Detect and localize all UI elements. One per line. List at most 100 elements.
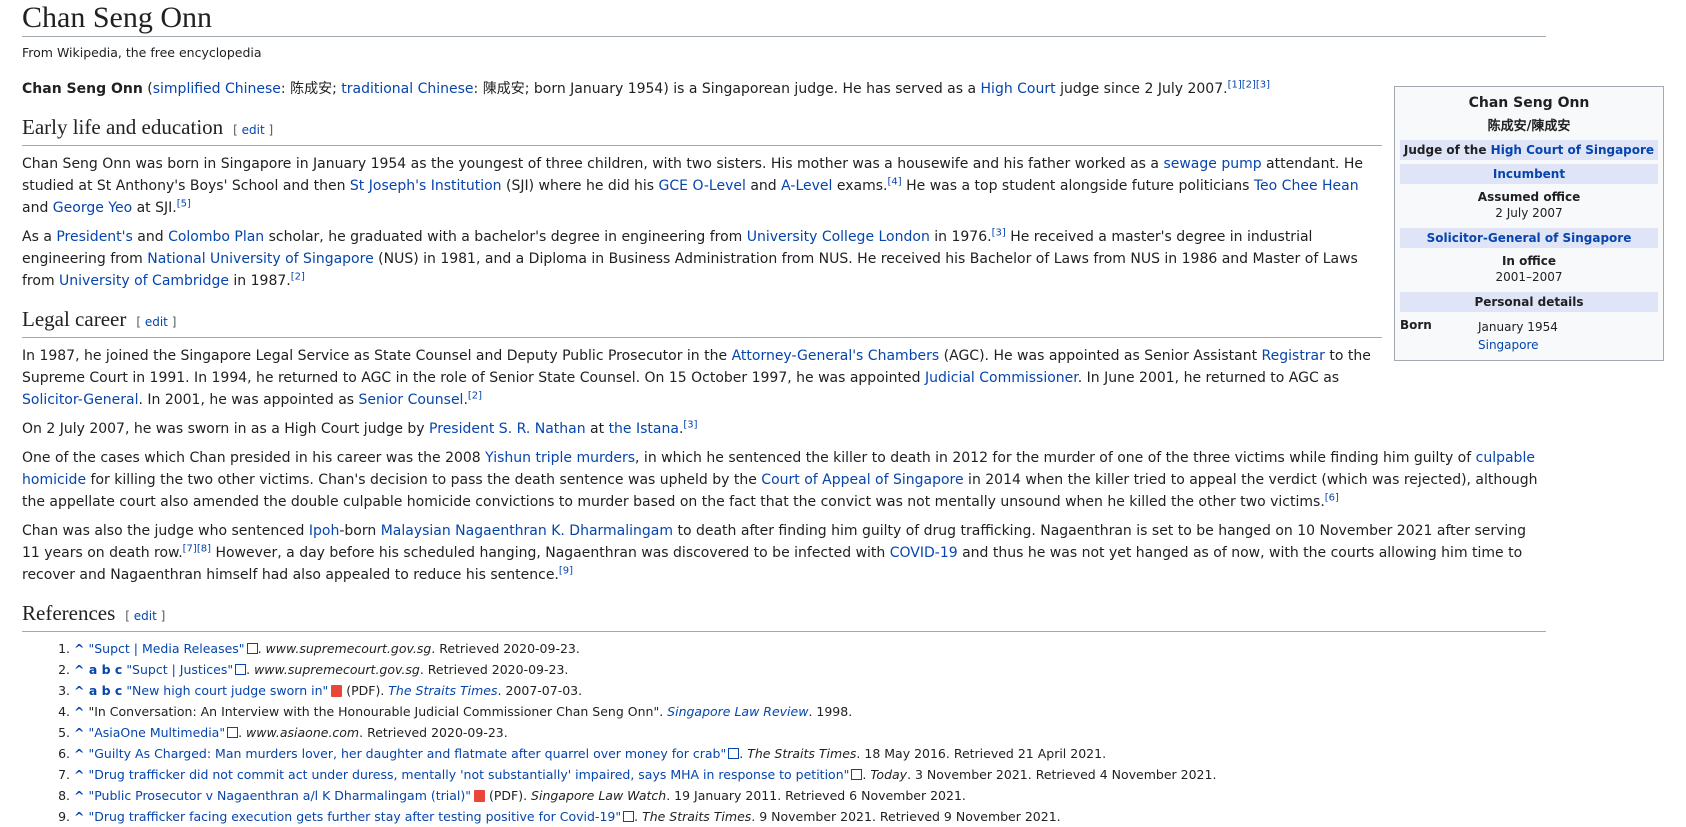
born-label: Born xyxy=(1400,318,1432,332)
simplified-chinese-link[interactable]: simplified Chinese xyxy=(153,81,281,97)
citation[interactable]: [1][2][3] xyxy=(1228,79,1271,90)
traditional-name: 陳成安 xyxy=(482,81,525,97)
traditional-chinese-link[interactable]: traditional Chinese xyxy=(341,81,473,97)
text: -born xyxy=(339,523,381,539)
in-office-label: In office xyxy=(1501,254,1557,268)
heading-text: Early life and education xyxy=(22,115,224,139)
reference-source: www.supremecourt.gov.sg xyxy=(254,662,420,677)
reference-detail: . 2007-07-03. xyxy=(497,683,583,698)
reference-link[interactable]: "Drug trafficker did not commit act unde… xyxy=(88,767,849,782)
wiki-link[interactable]: St Joseph's Institution xyxy=(350,178,502,194)
reference-link[interactable]: "AsiaOne Multimedia" xyxy=(88,725,225,740)
high-court-singapore-link[interactable]: High Court of Singapore xyxy=(1491,143,1654,157)
citation[interactable]: [2] xyxy=(291,271,305,282)
text: exams. xyxy=(832,178,888,194)
backlink[interactable]: ^ xyxy=(74,641,84,656)
wiki-link[interactable]: COVID-19 xyxy=(890,545,958,561)
high-court-link[interactable]: High Court xyxy=(981,81,1056,97)
text: . In 2001, he was appointed as xyxy=(138,392,359,408)
wiki-link[interactable]: Ipoh xyxy=(309,523,339,539)
wiki-link[interactable]: A-Level xyxy=(781,178,832,194)
reference-item: ^ "Public Prosecutor v Nagaenthran a/l K… xyxy=(74,785,1546,806)
wiki-link[interactable]: the Istana xyxy=(609,421,679,437)
reference-source: www.supremecourt.gov.sg xyxy=(265,641,432,656)
edit-section-link[interactable]: [ edit ] xyxy=(136,315,176,329)
citation[interactable]: [6] xyxy=(1325,492,1339,503)
heading-text: References xyxy=(22,601,116,625)
reference-link[interactable]: "Public Prosecutor v Nagaenthran a/l K D… xyxy=(88,788,471,803)
backlink[interactable]: ^ xyxy=(74,788,84,803)
wiki-link[interactable]: Judicial Commissioner xyxy=(925,370,1078,386)
edit-label[interactable]: edit xyxy=(242,123,265,137)
backlink[interactable]: ^ a b c xyxy=(74,683,122,698)
backlink[interactable]: ^ xyxy=(74,725,84,740)
reference-link[interactable]: "Supct | Media Releases" xyxy=(88,641,244,656)
edit-section-link[interactable]: [ edit ] xyxy=(233,123,273,137)
wiki-link[interactable]: Colombo Plan xyxy=(168,229,264,245)
wiki-link[interactable]: Yishun triple murders xyxy=(485,450,635,466)
paragraph: On 2 July 2007, he was sworn in as a Hig… xyxy=(22,418,1382,440)
wiki-link[interactable]: President S. R. Nathan xyxy=(429,421,586,437)
page-title: Chan Seng Onn xyxy=(22,0,1546,37)
backlink[interactable]: ^ xyxy=(74,767,84,782)
wiki-link[interactable]: George Yeo xyxy=(53,200,132,216)
wiki-link[interactable]: Senior Counsel xyxy=(359,392,464,408)
backlink[interactable]: ^ xyxy=(74,809,84,824)
reference-source[interactable]: Singapore Law Review xyxy=(667,704,808,719)
citation[interactable]: [5] xyxy=(177,198,191,209)
paragraph: In 1987, he joined the Singapore Legal S… xyxy=(22,345,1382,411)
text: and xyxy=(745,178,782,194)
pdf-icon xyxy=(474,790,485,802)
reference-link[interactable]: "Drug trafficker facing execution gets f… xyxy=(88,809,621,824)
reference-source[interactable]: The Straits Times xyxy=(388,683,497,698)
wiki-link[interactable]: National University of Singapore xyxy=(147,251,373,267)
section-heading: Legal career [ edit ] xyxy=(22,306,1382,338)
incumbent-link[interactable]: Incumbent xyxy=(1400,164,1658,184)
text: in 1976. xyxy=(929,229,992,245)
born-row: Born January 1954 Singapore xyxy=(1400,318,1658,354)
reference-format: (PDF). xyxy=(485,788,532,803)
reference-detail: . 9 November 2021. Retrieved 9 November … xyxy=(751,809,1061,824)
citation[interactable]: [9] xyxy=(559,565,573,576)
reference-source: Today xyxy=(870,767,908,782)
citation[interactable]: [2] xyxy=(468,390,482,401)
reference-source: www.asiaone.com xyxy=(246,725,360,740)
text: in 1987. xyxy=(228,273,291,289)
edit-label[interactable]: edit xyxy=(134,609,157,623)
wiki-link[interactable]: GCE O-Level xyxy=(659,178,746,194)
section-heading: Early life and education [ edit ] xyxy=(22,114,1382,146)
solicitor-general-link[interactable]: Solicitor-General of Singapore xyxy=(1400,228,1658,248)
reference-link[interactable]: "Supct | Justices" xyxy=(126,662,233,677)
reference-item: ^ "Supct | Media Releases". www.supremec… xyxy=(74,638,1546,659)
wiki-link[interactable]: Malaysian Nagaenthran K. Dharmalingam xyxy=(381,523,673,539)
lead-paragraph: Chan Seng Onn (simplified Chinese: 陈成安; … xyxy=(22,79,1271,97)
wiki-link[interactable]: sewage pump xyxy=(1163,156,1261,172)
born-place-link[interactable]: Singapore xyxy=(1478,336,1658,354)
text: However, a day before his scheduled hang… xyxy=(211,545,890,561)
edit-section-link[interactable]: [ edit ] xyxy=(125,609,165,623)
backlink[interactable]: ^ a b c xyxy=(74,662,122,677)
backlink[interactable]: ^ xyxy=(74,746,84,761)
wiki-link[interactable]: Court of Appeal of Singapore xyxy=(761,472,963,488)
assumed-office-value: 2 July 2007 xyxy=(1495,206,1563,220)
reference-link[interactable]: "Guilty As Charged: Man murders lover, h… xyxy=(88,746,726,761)
paragraph: Chan Seng Onn was born in Singapore in J… xyxy=(22,153,1382,219)
citation[interactable]: [3] xyxy=(992,227,1006,238)
external-link-icon xyxy=(246,643,258,654)
reference-item: ^ a b c "New high court judge sworn in" … xyxy=(74,680,1546,701)
reference-link[interactable]: "New high court judge sworn in" xyxy=(126,683,328,698)
tagline: From Wikipedia, the free encyclopedia xyxy=(22,45,262,60)
reference-source: The Straits Times xyxy=(747,746,857,761)
edit-label[interactable]: edit xyxy=(145,315,168,329)
citation[interactable]: [4] xyxy=(888,176,902,187)
wiki-link[interactable]: University College London xyxy=(747,229,930,245)
wiki-link[interactable]: Registrar xyxy=(1262,348,1325,364)
wiki-link[interactable]: Solicitor-General xyxy=(22,392,138,408)
wiki-link[interactable]: President's xyxy=(56,229,132,245)
citation[interactable]: [7][8] xyxy=(183,543,211,554)
wiki-link[interactable]: University of Cambridge xyxy=(59,273,229,289)
backlink[interactable]: ^ xyxy=(74,704,84,719)
citation[interactable]: [3] xyxy=(683,419,697,430)
wiki-link[interactable]: Teo Chee Hean xyxy=(1254,178,1359,194)
wiki-link[interactable]: Attorney-General's Chambers xyxy=(732,348,940,364)
